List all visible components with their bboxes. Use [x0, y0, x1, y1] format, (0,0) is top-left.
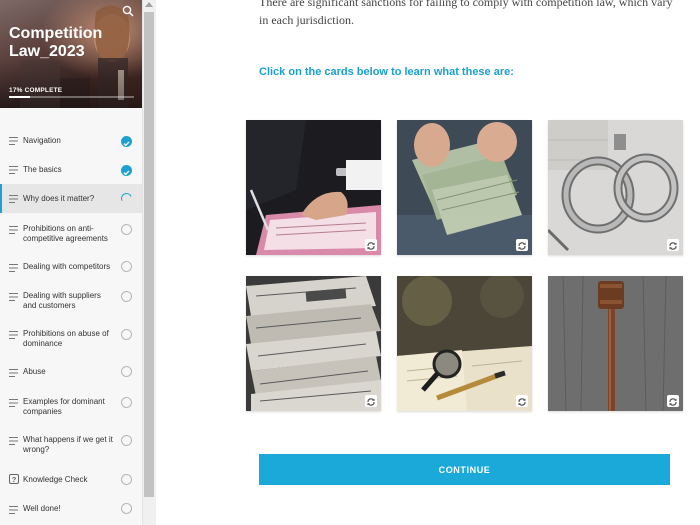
nav-label: Dealing with competitors	[23, 262, 111, 271]
progress-bar	[9, 96, 134, 98]
card-magnifying-glass[interactable]	[397, 276, 532, 411]
course-title: Competition Law_2023	[9, 25, 103, 60]
nav-item-what-happens-if-wrong[interactable]: What happens if we get it wrong?	[0, 432, 142, 460]
nav-label: Examples for dominant companies	[23, 397, 105, 416]
nav-item-navigation[interactable]: Navigation	[0, 131, 142, 151]
flip-icon	[365, 395, 377, 407]
card-newspapers[interactable]	[246, 276, 381, 411]
nav-label: Why does it matter?	[23, 194, 95, 203]
empty-circle-icon	[121, 261, 132, 272]
empty-circle-icon	[121, 224, 132, 235]
nav-label: The basics	[23, 165, 62, 174]
nav-item-abuse[interactable]: Abuse	[0, 364, 142, 382]
empty-circle-icon	[121, 435, 132, 446]
nav-label: Dealing with suppliers and customers	[23, 291, 101, 310]
question-icon: ?	[9, 474, 19, 484]
nav-label: Prohibitions on anti-competitive agreeme…	[23, 224, 108, 243]
empty-circle-icon	[121, 503, 132, 514]
nav-item-dealing-with-competitors[interactable]: Dealing with competitors	[0, 259, 142, 277]
list-icon	[9, 226, 18, 234]
nav-item-prohibitions-abuse-dominance[interactable]: Prohibitions on abuse of dominance	[0, 326, 142, 354]
nav-item-prohibitions-anti-competitive[interactable]: Prohibitions on anti-competitive agreeme…	[0, 220, 142, 248]
nav-item-well-done[interactable]: Well done!	[0, 501, 142, 519]
empty-circle-icon	[121, 329, 132, 340]
list-icon	[9, 293, 18, 301]
card-handcuffs[interactable]	[548, 120, 683, 255]
check-circle-icon	[121, 165, 132, 176]
nav-label: Navigation	[23, 136, 61, 145]
course-header: Competition Law_2023 17% COMPLETE	[0, 0, 142, 108]
check-circle-icon	[121, 136, 132, 147]
svg-text:?: ?	[12, 475, 17, 484]
cash-money-image	[397, 120, 532, 255]
flip-icon	[516, 239, 528, 251]
empty-circle-icon	[121, 474, 132, 485]
nav-label: Well done!	[23, 504, 61, 513]
progress-bar-fill	[9, 96, 31, 98]
list-icon	[9, 137, 18, 145]
intro-paragraph: There are significant sanctions for fail…	[259, 0, 673, 27]
card-gavel[interactable]	[548, 276, 683, 411]
flip-icon	[365, 239, 377, 251]
empty-circle-icon	[121, 291, 132, 302]
newspapers-image	[246, 276, 381, 411]
instruction-text: Click on the cards below to learn what t…	[259, 66, 514, 78]
list-icon	[9, 264, 18, 272]
nav-item-dealing-with-suppliers[interactable]: Dealing with suppliers and customers	[0, 288, 142, 316]
empty-circle-icon	[121, 397, 132, 408]
empty-circle-icon	[121, 366, 132, 377]
list-icon	[9, 506, 18, 514]
list-icon	[9, 195, 18, 203]
gavel-image	[548, 276, 683, 411]
nav-label: What happens if we get it wrong?	[23, 435, 113, 454]
search-icon[interactable]	[122, 5, 134, 17]
magnifying-glass-image	[397, 276, 532, 411]
nav-label: Prohibitions on abuse of dominance	[23, 329, 109, 348]
nav-label: Knowledge Check	[23, 475, 88, 484]
flip-icon	[667, 395, 679, 407]
signing-document-image	[246, 120, 381, 255]
nav-item-examples-dominant-companies[interactable]: Examples for dominant companies	[0, 394, 142, 422]
scroll-up-arrow-icon[interactable]	[145, 2, 153, 7]
list-icon	[9, 166, 18, 174]
card-signing-document[interactable]	[246, 120, 381, 255]
nav-label: Abuse	[23, 367, 46, 376]
nav-item-the-basics[interactable]: The basics	[0, 160, 142, 180]
nav-item-why-does-it-matter[interactable]: Why does it matter?	[0, 184, 142, 213]
card-cash-money[interactable]	[397, 120, 532, 255]
continue-button[interactable]: CONTINUE	[259, 454, 670, 485]
course-sidebar: Competition Law_2023 17% COMPLETE Naviga…	[0, 0, 142, 525]
handcuffs-image	[548, 120, 683, 255]
scrollbar-thumb[interactable]	[144, 12, 154, 497]
flip-icon	[667, 239, 679, 251]
list-icon	[9, 369, 18, 377]
list-icon	[9, 437, 18, 445]
list-icon	[9, 331, 18, 339]
nav-item-knowledge-check[interactable]: ? Knowledge Check	[0, 472, 142, 490]
flip-icon	[516, 395, 528, 407]
progress-label: 17% COMPLETE	[9, 87, 63, 94]
progress-circle-icon	[119, 191, 134, 206]
list-icon	[9, 399, 18, 407]
